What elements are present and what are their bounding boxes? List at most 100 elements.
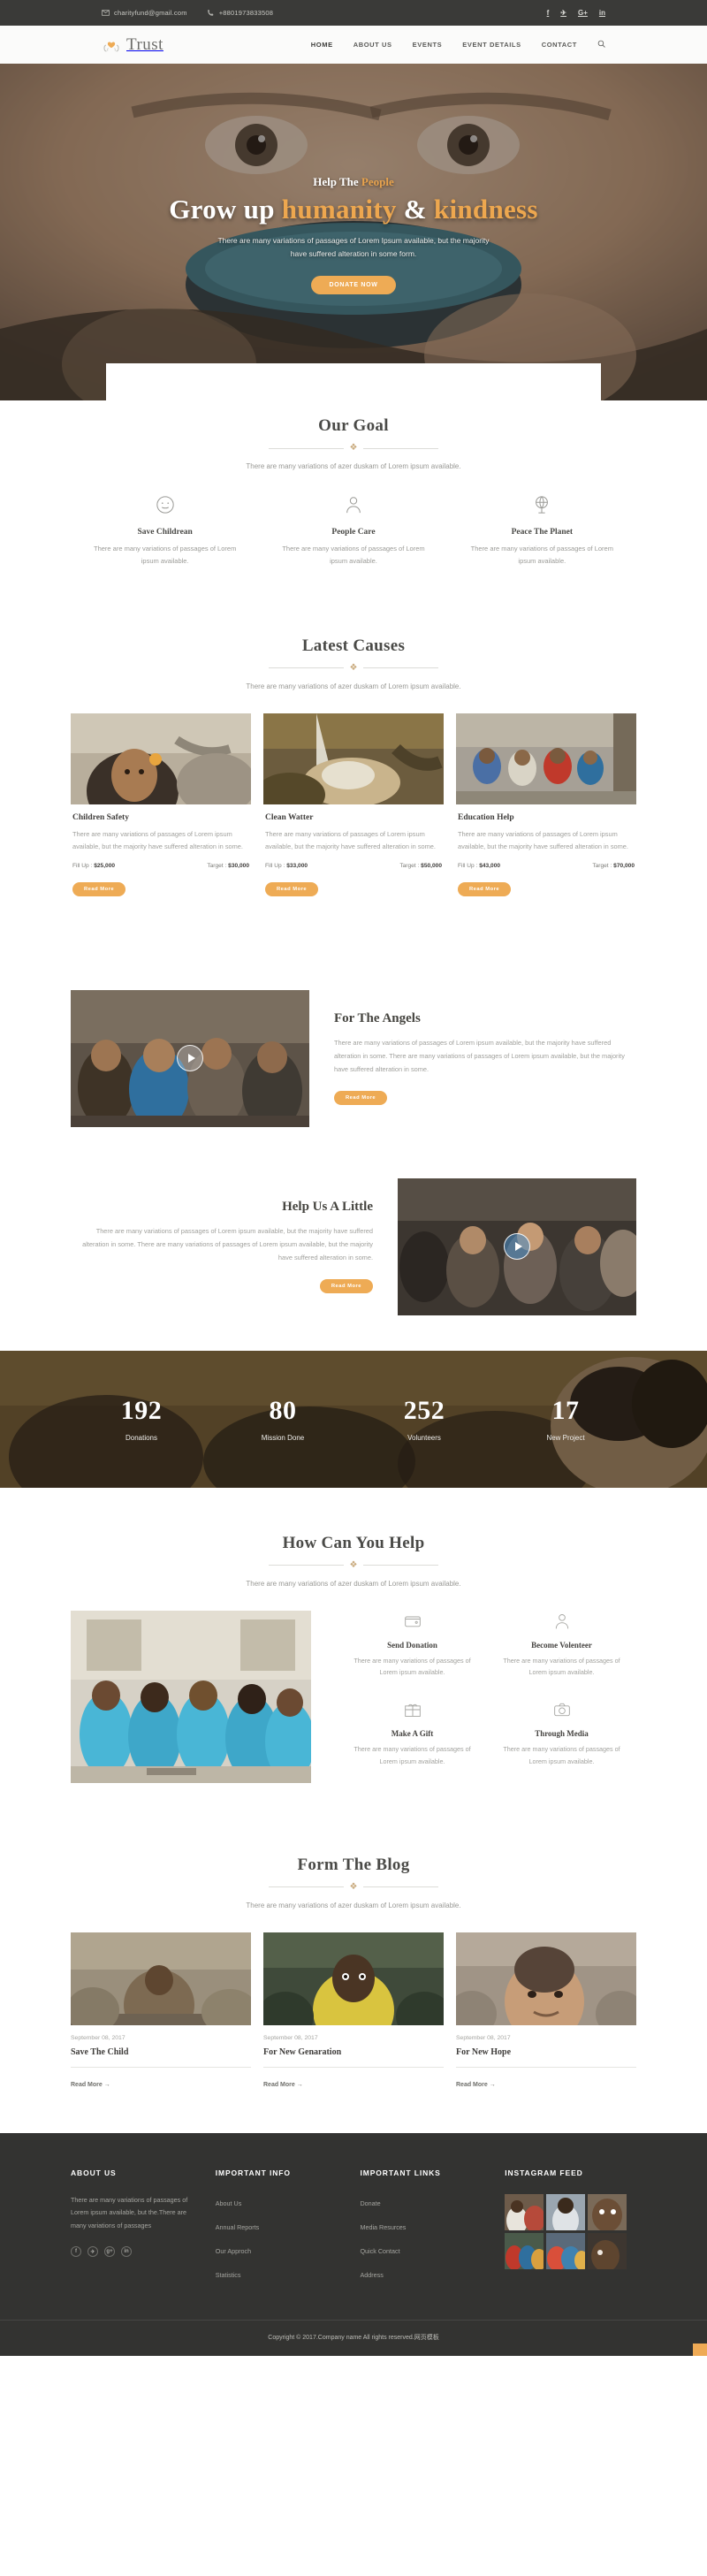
nav-item-about-us[interactable]: ABOUT US — [354, 41, 392, 49]
counter-label: New Project — [546, 1434, 585, 1443]
twitter-icon[interactable]: ✈ — [87, 2246, 98, 2258]
help-item-title: Become Volenteer — [531, 1640, 592, 1650]
brand-logo[interactable]: Trust — [102, 35, 163, 55]
contact-phone-text: +8801973833508 — [218, 9, 274, 17]
help-item-title: Through Media — [535, 1729, 589, 1739]
smiley-face-icon — [87, 493, 243, 516]
footer-info-heading: IMPORTANT INFO — [215, 2168, 291, 2177]
helplittle-video-thumbnail[interactable] — [398, 1177, 636, 1315]
goal-item-title: Peace The Planet — [511, 528, 574, 537]
twitter-icon[interactable]: ✈ — [560, 9, 566, 17]
goal-item-text: There are many variations of passages of… — [282, 545, 425, 565]
hero-overlap-panel — [106, 363, 601, 400]
footer-links-heading: IMPORTANT LINKS — [360, 2168, 441, 2177]
blog-separator — [263, 2066, 444, 2068]
cause-progress-meta: Fill Up : $43,000 Target : $70,000 — [458, 863, 635, 869]
instagram-thumb[interactable] — [588, 2232, 627, 2269]
leaf-ornament-icon: ❖ — [349, 443, 358, 453]
cause-card: Education Help There are many variations… — [456, 713, 636, 896]
cause-card: Children Safety There are many variation… — [71, 713, 251, 896]
cause-read-more-button[interactable]: Read More — [458, 881, 512, 896]
footer-instagram-column: INSTAGRAM FEED — [505, 2168, 636, 2290]
hero-description: There are many variations of passages of… — [217, 235, 490, 258]
hero-eyebrow-plain: Help The — [313, 174, 359, 188]
cause-target-value: $70,000 — [613, 862, 635, 869]
hero-title-part2: & — [396, 193, 434, 225]
blog-title: Form The Blog — [297, 1855, 410, 1874]
nav-item-home[interactable]: HOME — [311, 41, 333, 49]
blog-post-title: Save The Child — [71, 2046, 129, 2057]
footer-social-group: f ✈ g+ in — [71, 2246, 196, 2258]
leaf-ornament-icon: ❖ — [349, 1559, 358, 1570]
instagram-thumb[interactable] — [546, 2232, 586, 2269]
footer-link-quick-contact[interactable]: Quick Contact — [360, 2247, 399, 2255]
contact-phone[interactable]: +8801973833508 — [207, 9, 273, 17]
hero-title-part1: Grow up — [169, 193, 282, 225]
angels-read-more-button[interactable]: Read More — [334, 1091, 388, 1106]
cause-target: Target : $70,000 — [592, 862, 635, 869]
contact-email-text: charityfund@gmail.com — [114, 9, 187, 17]
linkedin-icon[interactable]: in — [599, 9, 605, 17]
blog-separator — [71, 2066, 251, 2068]
donate-now-button[interactable]: DONATE NOW — [311, 276, 396, 295]
blog-image-save-the-child — [71, 1932, 251, 2025]
how-can-you-help-subtitle: There are many variations of azer duskam… — [246, 1579, 461, 1588]
heart-hands-logo-icon — [102, 35, 121, 55]
list-item: Annual Reports — [216, 2218, 341, 2234]
how-can-you-help-title: How Can You Help — [282, 1533, 425, 1552]
list-item: Statistics — [216, 2266, 341, 2282]
blog-subtitle: There are many variations of azer duskam… — [246, 1901, 461, 1909]
instagram-thumb[interactable] — [546, 2193, 586, 2230]
nav-item-event-details[interactable]: EVENT DETAILS — [462, 41, 521, 49]
play-icon[interactable] — [504, 1233, 530, 1261]
nav-item-contact[interactable]: CONTACT — [542, 41, 577, 49]
footer-link-our-approch[interactable]: Our Approch — [216, 2247, 251, 2255]
facebook-icon[interactable]: f — [71, 2246, 81, 2258]
blog-date: September 08, 2017 — [263, 2034, 318, 2041]
instagram-thumb[interactable] — [505, 2193, 544, 2230]
footer-link-donate[interactable]: Donate — [360, 2199, 380, 2207]
cause-read-more-button[interactable]: Read More — [72, 881, 126, 896]
cause-fillup-value: $33,000 — [286, 862, 308, 869]
cause-read-more-button[interactable]: Read More — [265, 881, 319, 896]
instagram-thumb[interactable] — [588, 2193, 627, 2230]
leaf-ornament-icon: ❖ — [349, 1881, 358, 1892]
footer-instagram-heading: INSTAGRAM FEED — [505, 2168, 583, 2177]
google-plus-icon[interactable]: g+ — [104, 2246, 115, 2258]
contact-email[interactable]: charityfund@gmail.com — [102, 9, 187, 17]
cause-title: Children Safety — [72, 812, 129, 822]
blog-read-more-link[interactable]: Read More → — [456, 2082, 496, 2088]
brand-name: Trust — [126, 34, 163, 54]
instagram-thumb[interactable] — [505, 2232, 544, 2269]
cause-fillup-value: $25,000 — [94, 862, 116, 869]
nav-item-events[interactable]: EVENTS — [413, 41, 443, 49]
linkedin-icon[interactable]: in — [121, 2246, 132, 2258]
footer-link-annual-reports[interactable]: Annual Reports — [216, 2223, 260, 2231]
angels-title: For The Angels — [334, 1010, 421, 1025]
instagram-feed-grid — [505, 2193, 627, 2269]
helplittle-read-more-button[interactable]: Read More — [319, 1279, 373, 1294]
blog-read-more-link[interactable]: Read More → — [71, 2082, 110, 2088]
footer-link-about-us[interactable]: About Us — [216, 2199, 242, 2207]
footer-link-statistics[interactable]: Statistics — [216, 2271, 241, 2279]
cause-progress-meta: Fill Up : $33,000 Target : $50,000 — [265, 863, 442, 869]
gift-box-icon — [350, 1699, 475, 1720]
google-plus-icon[interactable]: G+ — [578, 9, 588, 17]
blog-read-more-link[interactable]: Read More → — [263, 2082, 303, 2088]
search-icon[interactable] — [597, 40, 605, 50]
angels-text: There are many variations of passages of… — [334, 1038, 625, 1073]
person-icon — [275, 493, 431, 516]
facebook-icon[interactable]: f — [547, 9, 550, 17]
counter-mission-done: 80 Mission Done — [212, 1396, 354, 1442]
phone-icon — [207, 9, 215, 17]
cause-target-value: $30,000 — [228, 862, 249, 869]
help-item-text: There are many variations of passages of… — [354, 1656, 471, 1676]
footer-link-address[interactable]: Address — [360, 2271, 383, 2279]
footer-important-links-column: IMPORTANT LINKS Donate Media Resurces Qu… — [360, 2168, 505, 2290]
footer-link-media-resurces[interactable]: Media Resurces — [360, 2223, 406, 2231]
for-the-angels-section: For The Angels There are many variations… — [0, 926, 707, 1136]
angels-video-thumbnail[interactable] — [71, 989, 309, 1127]
play-icon[interactable] — [177, 1045, 203, 1072]
counter-value: 192 — [120, 1396, 163, 1426]
blog-image-for-new-genaration — [263, 1932, 444, 2025]
